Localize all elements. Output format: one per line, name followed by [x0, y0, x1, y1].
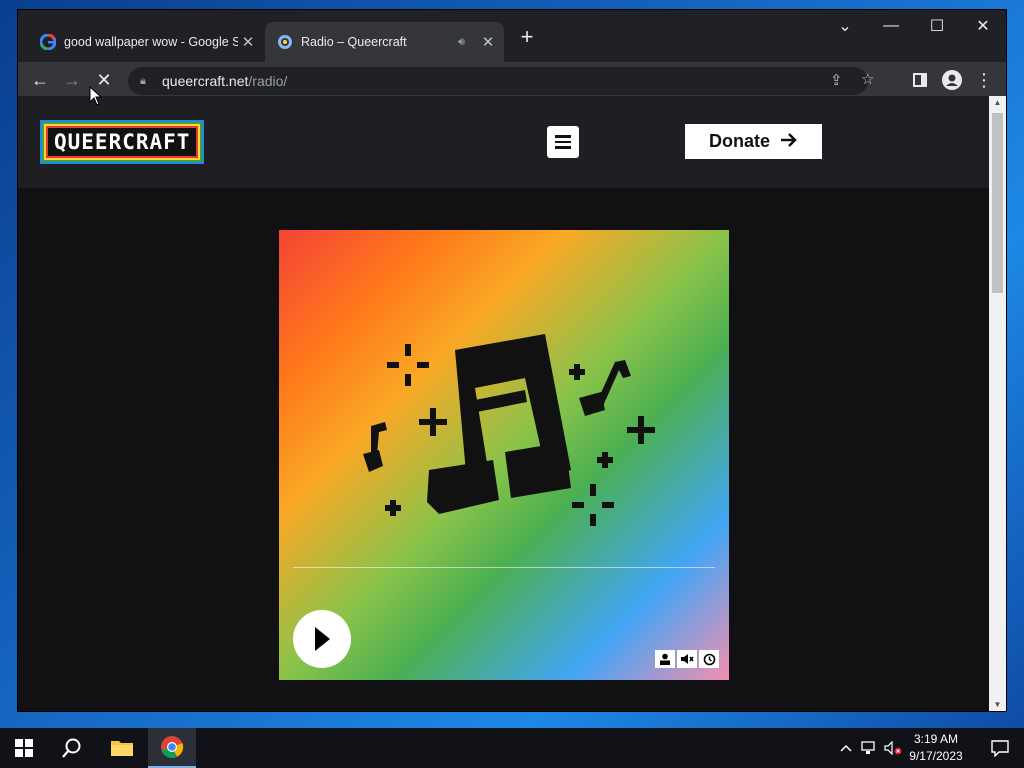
music-notes-icon [363, 334, 655, 526]
side-panel-icon[interactable] [906, 66, 934, 94]
clock-time: 3:19 AM [913, 732, 959, 746]
new-tab-button[interactable]: + [515, 26, 539, 50]
volume-muted-icon[interactable] [882, 728, 906, 768]
scroll-down-icon[interactable]: ▼ [993, 700, 1002, 709]
donate-button[interactable]: Donate [685, 124, 822, 159]
close-window-button[interactable]: ✕ [960, 10, 1006, 42]
back-button[interactable]: ← [26, 66, 54, 94]
history-icon[interactable] [699, 650, 719, 668]
speaker-icon[interactable]: 🔊︎ [458, 36, 474, 49]
chrome-taskbar-icon[interactable] [148, 728, 196, 768]
arrow-right-icon [780, 131, 798, 152]
mouse-cursor-icon [89, 85, 103, 111]
queercraft-logo[interactable]: QUEERCRAFT [46, 126, 199, 158]
progress-bar[interactable] [293, 567, 715, 568]
windows-taskbar: 3:19 AM 9/17/2023 [0, 728, 1024, 768]
profile-icon[interactable] [938, 66, 966, 94]
file-explorer-icon[interactable] [98, 728, 146, 768]
tab-search-icon[interactable]: ⌄ [822, 10, 868, 42]
menu-kebab-icon[interactable]: ⋮ [970, 66, 998, 94]
notifications-icon[interactable] [976, 728, 1024, 768]
donate-label: Donate [708, 131, 770, 151]
site-header: QUEERCRAFT Donate [18, 96, 989, 188]
queercraft-icon [277, 34, 293, 50]
scroll-up-icon[interactable]: ▲ [993, 98, 1002, 107]
tab-radio-queercraft[interactable]: Radio – Queercraft 🔊︎ ✕ [265, 22, 504, 62]
browser-toolbar: ← → ✕ 🔒︎ queercraft.net/radio/ ⇪ ☆ ⋮ [18, 62, 1006, 98]
player-controls [655, 650, 719, 668]
close-tab-icon[interactable]: ✕ [478, 33, 498, 51]
url-text: queercraft.net/radio/ [162, 73, 288, 89]
start-button[interactable] [0, 728, 48, 768]
tab-strip: good wallpaper wow - Google Se ✕ Radio –… [18, 10, 1006, 62]
search-icon[interactable] [48, 728, 96, 768]
browser-window: good wallpaper wow - Google Se ✕ Radio –… [18, 10, 1006, 711]
hamburger-menu-button[interactable] [547, 126, 579, 158]
windows-logo-icon [15, 739, 33, 757]
forward-button[interactable]: → [58, 66, 86, 94]
network-icon[interactable] [858, 728, 882, 768]
bookmark-star-icon[interactable]: ☆ [861, 70, 874, 88]
share-icon[interactable]: ⇪ [830, 71, 843, 89]
show-hidden-icons-chevron-icon[interactable] [834, 728, 858, 768]
tab-title: Radio – Queercraft [301, 35, 407, 49]
mute-icon[interactable] [677, 650, 697, 668]
person-icon[interactable] [655, 650, 675, 668]
clock-date: 9/17/2023 [909, 749, 963, 763]
page-viewport: QUEERCRAFT Donate [18, 96, 989, 711]
scroll-thumb[interactable] [992, 113, 1003, 293]
close-tab-icon[interactable]: ✕ [238, 33, 258, 51]
play-button[interactable] [293, 610, 351, 668]
lock-icon[interactable]: 🔒︎ [140, 75, 154, 88]
radio-artwork [279, 230, 729, 680]
maximize-button[interactable]: ☐ [914, 10, 960, 42]
tab-google-search[interactable]: good wallpaper wow - Google Se ✕ [28, 22, 264, 62]
page-scrollbar[interactable]: ▲ ▼ [989, 96, 1006, 711]
minimize-button[interactable]: — [868, 10, 914, 42]
play-icon [315, 627, 330, 651]
google-icon [40, 34, 56, 50]
address-bar[interactable]: 🔒︎ queercraft.net/radio/ ⇪ ☆ [128, 67, 874, 95]
tab-title: good wallpaper wow - Google Se [64, 35, 238, 49]
system-clock[interactable]: 3:19 AM 9/17/2023 [906, 731, 966, 765]
